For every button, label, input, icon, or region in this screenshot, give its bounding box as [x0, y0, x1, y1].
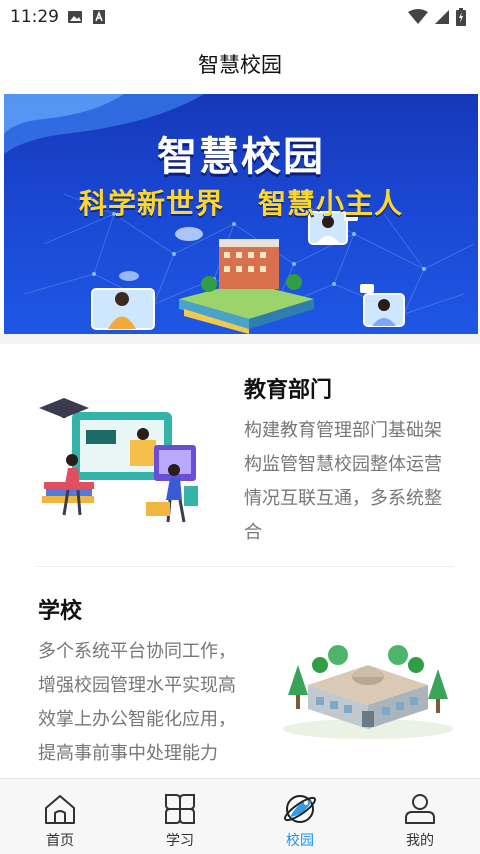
card-education-department[interactable]: 教育部门 构建教育管理部门基础架 构监管智慧校园整体运营 情况互联互通，多系统整…: [0, 344, 480, 566]
planet-icon: [283, 795, 317, 823]
banner-slogan-right: 智慧小主人: [258, 187, 404, 220]
banner-slogan-left: 科学新世界: [78, 187, 224, 220]
user-icon: [405, 794, 435, 824]
school-building-illustration: [283, 645, 453, 739]
card-description-line: 构建教育管理部门基础架: [244, 420, 442, 441]
banner[interactable]: 智慧校园 科学新世界 智慧小主人: [4, 94, 478, 334]
grid-icon: [165, 794, 195, 824]
education-illustration: [39, 398, 198, 523]
battery-icon: [456, 8, 466, 26]
card-description-line: 增强校园管理水平实现高: [38, 675, 236, 696]
card-school[interactable]: 学校 多个系统平台协同工作， 增强校园管理水平实现高 效掌上办公智能化应用， 提…: [0, 567, 480, 777]
tab-home[interactable]: 首页: [0, 779, 120, 854]
card-title: 教育部门: [244, 378, 333, 403]
tab-label: 我的: [406, 833, 434, 849]
page-title: 智慧校园: [198, 53, 282, 77]
banner-slogan: 科学新世界 智慧小主人: [4, 182, 478, 222]
bottom-tab-bar: 首页 学习 校园 我的: [0, 778, 480, 854]
tab-label: 学习: [166, 833, 194, 849]
text-a-icon: [93, 10, 105, 24]
status-bar: 11:29: [0, 0, 480, 34]
card-description-line: 构监管智慧校园整体运营: [244, 454, 442, 475]
tab-campus[interactable]: 校园: [240, 779, 360, 854]
card-description-line: 提高事前事中处理能力: [38, 743, 218, 764]
wifi-icon: [408, 9, 428, 24]
image-icon: [68, 11, 82, 23]
tab-study[interactable]: 学习: [120, 779, 240, 854]
signal-icon: [435, 10, 449, 24]
card-description-line: 合: [244, 522, 262, 543]
tab-mine[interactable]: 我的: [360, 779, 480, 854]
tab-label: 校园: [286, 833, 314, 849]
home-icon: [45, 795, 75, 824]
tab-label: 首页: [46, 833, 74, 849]
section-gap: [0, 334, 480, 344]
card-description-line: 多个系统平台协同工作，: [38, 641, 236, 662]
card-description-line: 情况互联互通，多系统整: [244, 488, 442, 509]
card-description-line: 效掌上办公智能化应用，: [38, 709, 236, 730]
card-description: 构建教育管理部门基础架 构监管智慧校园整体运营 情况互联互通，多系统整 合: [244, 414, 464, 550]
card-description: 多个系统平台协同工作， 增强校园管理水平实现高 效掌上办公智能化应用， 提高事前…: [38, 635, 268, 771]
card-title: 学校: [38, 599, 83, 624]
status-time: 11:29: [10, 7, 59, 27]
banner-title: 智慧校园: [157, 134, 325, 180]
